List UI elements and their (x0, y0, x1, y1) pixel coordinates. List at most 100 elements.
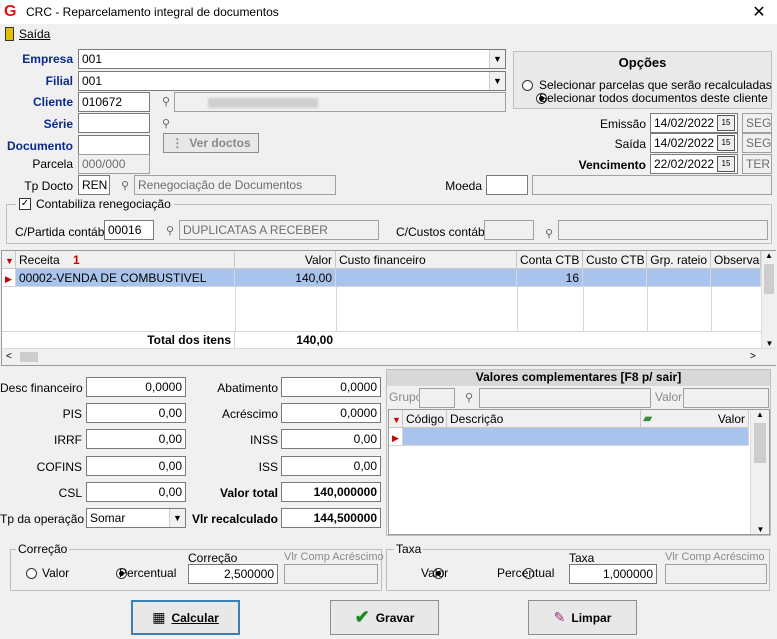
binoculars-icon[interactable]: ⚲ (158, 117, 174, 131)
col-grp-rateio[interactable]: Grp. rateio (647, 251, 711, 269)
tp-operacao-combo[interactable]: Somar ▼ (86, 508, 186, 528)
scroll-left-icon[interactable]: < (6, 351, 12, 362)
acrescimo-label: Acréscimo (221, 407, 278, 421)
empresa-combo[interactable]: 001 ▼ (78, 49, 506, 69)
pis-field[interactable]: 0,00 (86, 403, 186, 423)
desc-financeiro-field[interactable]: 0,0000 (86, 377, 186, 397)
horizontal-scrollbar[interactable]: < > (2, 348, 776, 365)
col-valor[interactable]: Valor (235, 251, 336, 269)
window-title: CRC - Reparcelamento integral de documen… (26, 5, 279, 19)
documento-field[interactable] (78, 135, 150, 155)
sort-indicator: 1 (73, 253, 80, 267)
correcao-valor-label[interactable]: Valor (42, 566, 69, 580)
cell-receita[interactable]: 00002-VENDA DE COMBUSTIVEL (16, 269, 235, 287)
col-codigo[interactable]: Código (403, 410, 447, 428)
chevron-down-icon[interactable]: ▼ (489, 72, 505, 90)
opcao-parcelas-radio[interactable] (522, 80, 533, 91)
correcao-percentual-label[interactable]: Percentual (119, 566, 176, 580)
moeda-field[interactable] (486, 175, 528, 195)
vlr-recalculado-label: Vlr recalculado (191, 512, 278, 526)
col-descricao[interactable]: Descrição (447, 410, 641, 428)
inss-field[interactable]: 0,00 (281, 429, 381, 449)
taxa-field[interactable]: 1,000000 (569, 564, 657, 584)
ccustos-desc-field (558, 220, 768, 240)
col-conta-ctb[interactable]: Conta CTB (517, 251, 583, 269)
vertical-scrollbar[interactable]: ▲ ▼ (761, 251, 776, 348)
scroll-thumb[interactable] (764, 264, 774, 294)
calendar-icon[interactable]: 15 (717, 156, 735, 172)
itens-grid[interactable]: ▼ Receita 1 Valor Custo financeiro Conta… (1, 250, 776, 366)
binoculars-icon[interactable]: ⚲ (162, 224, 178, 238)
chevron-down-icon[interactable]: ▼ (489, 50, 505, 68)
scroll-up-icon[interactable]: ▲ (762, 251, 776, 260)
row-indicator: ▶ (2, 269, 16, 287)
gravar-button[interactable]: ✔ Gravar (330, 600, 439, 635)
vertical-scrollbar[interactable]: ▲ ▼ (750, 410, 769, 534)
close-icon[interactable]: ✕ (748, 2, 770, 22)
col-custo-financeiro[interactable]: Custo financeiro (336, 251, 517, 269)
cell-observacao[interactable] (711, 269, 761, 287)
taxa-comp-label: Vlr Comp Acréscimo (665, 551, 765, 563)
binoculars-icon[interactable]: ⚲ (117, 179, 133, 193)
iss-field[interactable]: 0,00 (281, 456, 381, 476)
saida-field[interactable]: 14/02/2022 15 (650, 133, 738, 153)
col-receita[interactable]: Receita 1 (16, 251, 235, 269)
calendar-icon[interactable]: 15 (717, 135, 735, 151)
csl-field[interactable]: 0,00 (86, 482, 186, 502)
taxa-valor-label[interactable]: Valor (421, 566, 448, 580)
binoculars-icon[interactable]: ⚲ (541, 227, 557, 241)
scroll-thumb[interactable] (754, 423, 766, 463)
menu-saida[interactable]: Saída (19, 27, 50, 41)
cell-custo-ctb[interactable] (583, 269, 647, 287)
binoculars-icon[interactable]: ⚲ (158, 95, 174, 109)
opcao-parcelas-label[interactable]: Selecionar parcelas que serão recalculad… (539, 78, 772, 92)
opcoes-title: Opções (618, 55, 667, 70)
tp-docto-field[interactable]: REN (78, 175, 110, 195)
chevron-down-icon[interactable]: ▼ (169, 509, 185, 527)
gravar-label: Gravar (375, 610, 415, 625)
scroll-down-icon[interactable]: ▼ (751, 525, 770, 534)
taxa-percentual-label[interactable]: Percentual (497, 566, 554, 580)
tp-operacao-label: Tp da operação (0, 512, 85, 526)
cell-conta-ctb[interactable]: 16 (517, 269, 583, 287)
complementares-row[interactable] (403, 428, 749, 446)
irrf-field[interactable]: 0,00 (86, 429, 186, 449)
cliente-field[interactable]: 010672 (78, 92, 150, 112)
col-valor[interactable]: ▰ Valor (641, 410, 749, 428)
col-observacao[interactable]: Observaç (711, 251, 761, 269)
filial-value: 001 (82, 74, 103, 88)
opcao-todos-label[interactable]: Selecionar todos documentos deste client… (539, 91, 768, 105)
scroll-down-icon[interactable]: ▼ (762, 339, 777, 348)
cofins-field[interactable]: 0,00 (86, 456, 186, 476)
acrescimo-field[interactable]: 0,0000 (281, 403, 381, 423)
emissao-field[interactable]: 14/02/2022 15 (650, 113, 738, 133)
col-custo-ctb[interactable]: Custo CTB (583, 251, 647, 269)
calculator-icon: ▦ (152, 609, 166, 625)
ver-doctos-label: Ver doctos (189, 136, 251, 150)
contabiliza-toggle[interactable]: ✓ Contabiliza renegociação (16, 197, 174, 211)
correcao-valor-radio[interactable] (26, 568, 37, 579)
limpar-button[interactable]: ✎ Limpar (528, 600, 637, 635)
calcular-button[interactable]: ▦ Calcular (131, 600, 240, 635)
vencimento-day: TER (742, 154, 772, 174)
scroll-right-icon[interactable]: > (750, 351, 756, 362)
vencimento-label: Vencimento (578, 158, 646, 172)
filial-combo[interactable]: 001 ▼ (78, 71, 506, 91)
cpartida-field[interactable]: 00016 (104, 220, 154, 240)
cell-valor[interactable]: 140,00 (235, 269, 336, 287)
vencimento-field[interactable]: 22/02/2022 15 (650, 154, 738, 174)
ver-doctos-button[interactable]: ⋮ Ver doctos (163, 133, 259, 153)
scroll-thumb[interactable] (20, 352, 38, 362)
binoculars-icon[interactable]: ⚲ (461, 391, 477, 405)
complementares-grid[interactable]: ▼ Código Descrição ▰ Valor ▶ ▲ ▼ (388, 409, 770, 535)
abatimento-field[interactable]: 0,0000 (281, 377, 381, 397)
cell-grp-rateio[interactable] (647, 269, 711, 287)
grupo-label: Grupo (389, 390, 423, 404)
correcao-field[interactable]: 2,500000 (188, 564, 278, 584)
money-icon: ▰ (643, 411, 653, 425)
scroll-up-icon[interactable]: ▲ (751, 410, 769, 419)
checkbox-checked-icon[interactable]: ✓ (19, 198, 31, 210)
serie-field[interactable] (78, 113, 150, 133)
calendar-icon[interactable]: 15 (717, 115, 735, 131)
cell-custo-financeiro[interactable] (336, 269, 517, 287)
